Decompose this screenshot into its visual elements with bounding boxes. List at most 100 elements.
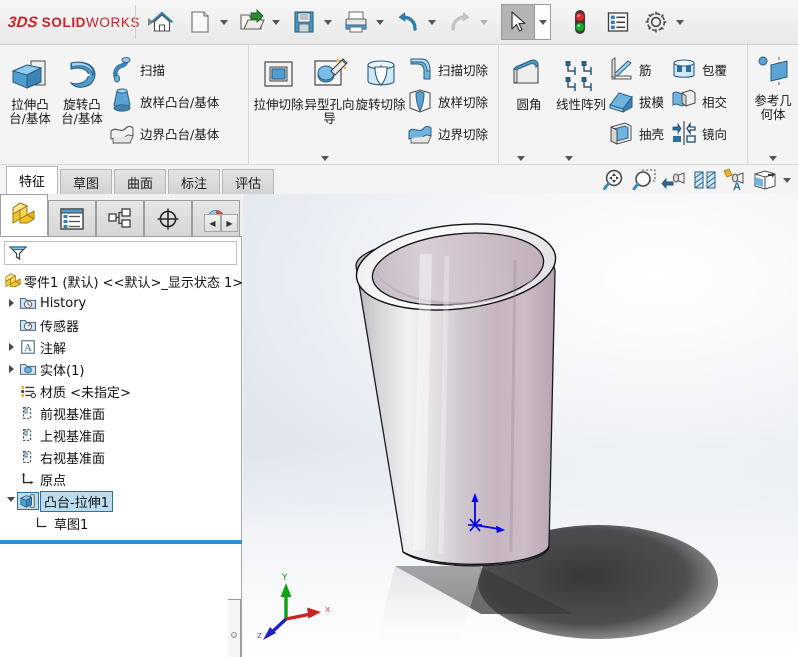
display-style-button[interactable] (750, 166, 780, 194)
revolved-cut-button[interactable]: 旋转切除 (355, 49, 406, 165)
tree-item-solid-bodies[interactable]: 实体(1) (0, 358, 241, 380)
select-tool-dropdown[interactable] (535, 4, 551, 40)
tree-item-material[interactable]: 材质 <未指定> (0, 380, 241, 402)
print-dropdown[interactable] (373, 4, 387, 40)
lofted-boss-base-button[interactable]: 放样凸台/基体 (108, 85, 225, 117)
new-document-button[interactable] (181, 2, 233, 42)
ribbon-group-cut: 拉伸切除 异型孔向导 (248, 45, 498, 165)
panel-tab-prev-button[interactable]: ◀ (204, 214, 221, 232)
previous-view-icon (661, 168, 689, 192)
new-document-dropdown[interactable] (217, 4, 231, 40)
options-dropdown[interactable] (673, 4, 687, 40)
save-dropdown[interactable] (321, 4, 335, 40)
property-list-icon (59, 207, 85, 231)
origin-icon (18, 471, 38, 487)
tree-item-history[interactable]: History (0, 292, 241, 314)
extruded-cut-button[interactable]: 拉伸切除 (253, 49, 304, 165)
tree-item-front-plane[interactable]: 前视基准面 (0, 402, 241, 424)
linear-pattern-button[interactable]: 线性阵列 (555, 49, 607, 165)
annotations-expand-toggle[interactable] (4, 343, 18, 351)
tree-item-boss-extrude1[interactable]: 凸台-拉伸1 (0, 490, 241, 512)
tree-item-right-plane-label: 右视基准面 (40, 448, 105, 467)
panel-tab-feature-manager[interactable] (0, 194, 48, 236)
tree-item-sensors[interactable]: 传感器 (0, 314, 241, 336)
annotations-icon: A (18, 339, 38, 355)
solidworks-logo[interactable]: 3DS SOLID WORKS (0, 0, 128, 45)
print-button[interactable] (337, 2, 389, 42)
home-button[interactable] (143, 2, 181, 42)
revolved-boss-base-button[interactable]: 旋转凸台/基体 (56, 49, 108, 165)
section-view-icon (691, 168, 719, 192)
panel-tab-dimxpert-manager[interactable] (144, 200, 192, 236)
fillet-overflow-caret[interactable] (517, 156, 525, 161)
panel-tab-property-manager[interactable] (48, 200, 96, 236)
graphics-viewport[interactable]: Y x z (243, 194, 798, 657)
redo-dropdown[interactable] (477, 4, 491, 40)
panel-tab-next-button[interactable]: ▶ (221, 214, 238, 232)
tree-item-top-plane[interactable]: 上视基准面 (0, 424, 241, 446)
save-button[interactable] (285, 2, 337, 42)
sensor-folder-icon (18, 317, 38, 333)
pattern-overflow-caret[interactable] (565, 156, 573, 161)
view-orientation-button[interactable]: A (720, 166, 750, 194)
tab-evaluate[interactable]: 评估 (222, 169, 274, 194)
open-document-button[interactable] (233, 2, 285, 42)
boundary-cut-button[interactable]: 边界切除 (406, 117, 494, 149)
panel-tab-configuration-manager[interactable] (96, 200, 144, 236)
tree-item-annotations[interactable]: A 注解 (0, 336, 241, 358)
material-icon (18, 383, 38, 399)
lofted-cut-button[interactable]: 放样切除 (406, 85, 494, 117)
boss-extrude1-expand-toggle[interactable] (4, 497, 18, 506)
tree-item-origin[interactable]: 原点 (0, 468, 241, 490)
undo-dropdown[interactable] (425, 4, 439, 40)
tree-root-part[interactable]: 零件1 (默认) <<默认>_显示状态 1> (0, 270, 241, 292)
fillet-button[interactable]: 圆角 (503, 49, 555, 165)
zoom-to-area-button[interactable] (630, 166, 660, 194)
display-style-dropdown[interactable] (780, 162, 794, 198)
feature-tree-icon (10, 202, 38, 228)
redo-button[interactable] (441, 2, 493, 42)
reference-geometry-overflow-caret[interactable] (769, 156, 777, 161)
tab-sketch[interactable]: 草图 (60, 169, 112, 194)
undo-button[interactable] (389, 2, 441, 42)
extruded-boss-base-button[interactable]: 拉伸凸台/基体 (4, 49, 56, 165)
tree-filter-input[interactable] (30, 245, 236, 261)
draft-button[interactable]: 拔模 (607, 85, 670, 117)
svg-text:A: A (24, 343, 32, 354)
rib-button[interactable]: 筋 (607, 53, 670, 85)
mirror-button[interactable]: 镜向 (670, 117, 733, 149)
intersect-button[interactable]: 相交 (670, 85, 733, 117)
tree-item-sketch1[interactable]: 草图1 (0, 512, 241, 534)
ribbon-group-features: 圆角 线性阵列 (498, 45, 747, 165)
swept-cut-button[interactable]: 扫描切除 (406, 53, 494, 85)
rollback-bar[interactable] (0, 540, 242, 544)
shell-button[interactable]: 抽壳 (607, 117, 670, 149)
tree-item-front-plane-label: 前视基准面 (40, 404, 105, 423)
section-view-button[interactable] (690, 166, 720, 194)
swept-boss-base-button[interactable]: 扫描 (108, 53, 225, 85)
select-tool-button[interactable] (499, 2, 553, 42)
tab-markup[interactable]: 标注 (168, 169, 220, 194)
history-expand-toggle[interactable] (4, 299, 18, 307)
hole-wizard-button[interactable]: 异型孔向导 (304, 49, 355, 165)
boundary-boss-base-button[interactable]: 边界凸台/基体 (108, 117, 225, 149)
tab-evaluate-label: 评估 (235, 173, 261, 192)
open-document-dropdown[interactable] (269, 4, 283, 40)
cut-group-overflow-caret[interactable] (321, 156, 329, 161)
panel-splitter-handle[interactable] (228, 599, 241, 657)
previous-view-button[interactable] (660, 166, 690, 194)
solid-bodies-expand-toggle[interactable] (4, 365, 18, 373)
tab-features[interactable]: 特征 (6, 166, 58, 194)
zoom-to-fit-button[interactable] (600, 166, 630, 194)
wrap-label: 包覆 (702, 60, 727, 79)
wrap-button[interactable]: 包覆 (670, 53, 733, 85)
reference-geometry-button[interactable]: 参考几何体 (752, 49, 794, 165)
swept-cut-label: 扫描切除 (438, 60, 488, 79)
tree-filter-bar[interactable] (4, 241, 237, 265)
part-icon (4, 273, 22, 289)
tree-item-right-plane[interactable]: 右视基准面 (0, 446, 241, 468)
tab-surfaces[interactable]: 曲面 (114, 169, 166, 194)
options-button[interactable] (637, 2, 689, 42)
options-list-button[interactable] (599, 2, 637, 42)
rebuild-button[interactable] (561, 2, 599, 42)
